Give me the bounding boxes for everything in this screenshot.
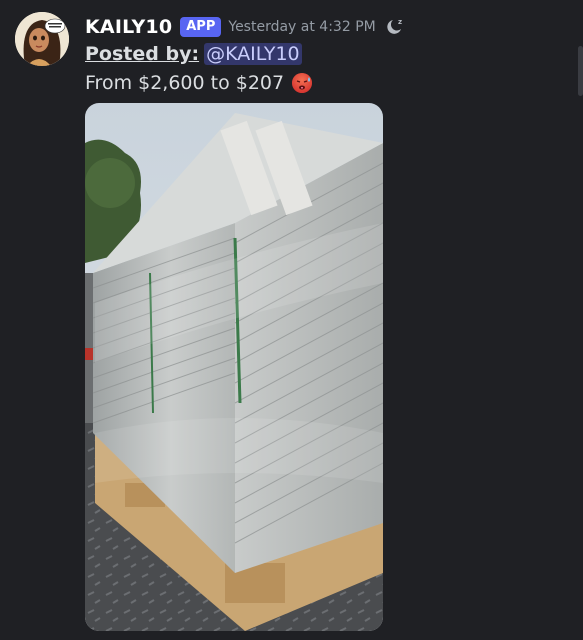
svg-text:z: z (398, 18, 402, 26)
message-header: KAILY10 APP Yesterday at 4:32 PM z (85, 14, 406, 40)
hot-face-emoji (290, 71, 314, 95)
posted-by-label: Posted by: (85, 43, 200, 65)
avatar-illustration (15, 12, 69, 66)
author-name[interactable]: KAILY10 (85, 16, 172, 38)
dnd-sleep-icon: z (384, 16, 406, 38)
scrollbar-thumb[interactable] (578, 46, 583, 96)
image-attachment[interactable] (85, 103, 383, 631)
message-text-line: From $2,600 to $207 (85, 71, 314, 95)
app-badge: APP (180, 17, 222, 37)
message-text: From $2,600 to $207 (85, 72, 285, 94)
pallet-photo (85, 103, 383, 631)
user-avatar[interactable] (15, 12, 69, 66)
posted-by-line: Posted by: @KAILY10 (85, 43, 302, 65)
message-timestamp[interactable]: Yesterday at 4:32 PM (228, 19, 375, 35)
user-mention[interactable]: @KAILY10 (204, 43, 302, 65)
chat-message: KAILY10 APP Yesterday at 4:32 PM z Poste… (0, 0, 583, 640)
